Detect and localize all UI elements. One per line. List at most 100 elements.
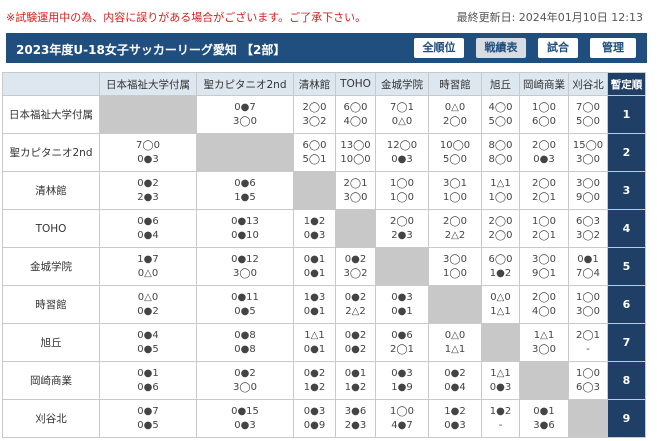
match-result-cell[interactable]: 15◯0 3◯0 bbox=[568, 133, 608, 172]
match-result-cell[interactable]: 1◯0 6◯0 bbox=[519, 95, 569, 134]
rank-cell: 8 bbox=[607, 361, 646, 400]
match-result-cell[interactable]: 3◯0 9◯0 bbox=[568, 171, 608, 210]
match-result-cell[interactable]: 8◯0 8◯0 bbox=[481, 133, 520, 172]
match-result-cell[interactable]: 1●2 - bbox=[481, 399, 520, 438]
first-leg-score: 3◯0 bbox=[576, 177, 600, 189]
first-leg-score: 0●2 bbox=[344, 253, 367, 265]
row-team-name[interactable]: 金城学院 bbox=[2, 247, 100, 286]
match-result-cell[interactable]: 0●6 2◯1 bbox=[375, 323, 429, 362]
row-team-name[interactable]: 時習館 bbox=[2, 285, 100, 324]
match-result-cell[interactable]: 1△1 0●1 bbox=[293, 323, 336, 362]
match-result-cell[interactable]: 0●2 1●2 bbox=[293, 361, 336, 400]
row-team-name[interactable]: 岡崎商業 bbox=[2, 361, 100, 400]
tab-matches[interactable]: 試合 bbox=[538, 38, 578, 58]
match-result-cell[interactable]: 2◯0 2◯0 bbox=[481, 209, 520, 248]
match-result-cell[interactable]: 0●2 2△2 bbox=[335, 285, 376, 324]
match-result-cell[interactable]: 1●3 0●1 bbox=[293, 285, 336, 324]
row-team-name[interactable]: 聖カピタニオ2nd bbox=[2, 133, 100, 172]
match-result-cell[interactable]: 0△0 1△1 bbox=[481, 285, 520, 324]
match-result-cell[interactable]: 3◯0 9◯1 bbox=[519, 247, 569, 286]
match-result-cell[interactable]: 0●15 0●3 bbox=[196, 399, 294, 438]
match-result-cell[interactable]: 2◯0 3◯2 bbox=[293, 95, 336, 134]
match-result-cell[interactable]: 7◯1 0△0 bbox=[375, 95, 429, 134]
match-result-cell[interactable]: 2◯1 - bbox=[568, 323, 608, 362]
tab-admin[interactable]: 管理 bbox=[590, 38, 636, 58]
match-result-cell[interactable]: 2◯0 2●3 bbox=[375, 209, 429, 248]
row-team-name[interactable]: 刈谷北 bbox=[2, 399, 100, 438]
match-result-cell[interactable]: 2◯0 2◯1 bbox=[519, 171, 569, 210]
second-leg-score: 2◯0 bbox=[443, 115, 467, 127]
first-leg-score: 0●11 bbox=[231, 291, 259, 303]
row-team-name[interactable]: 日本福祉大学付属 bbox=[2, 95, 100, 134]
match-result-cell[interactable]: 0●6 0●4 bbox=[99, 209, 197, 248]
match-result-cell[interactable]: 4◯0 5◯0 bbox=[481, 95, 520, 134]
match-result-cell[interactable]: 0●1 0●1 bbox=[293, 247, 336, 286]
second-leg-score: 2◯1 bbox=[390, 343, 414, 355]
match-result-cell[interactable]: 1△1 0●3 bbox=[481, 361, 520, 400]
match-result-cell[interactable]: 1△1 3◯0 bbox=[519, 323, 569, 362]
match-result-cell[interactable]: 0●7 3◯0 bbox=[196, 95, 294, 134]
match-result-cell[interactable]: 0●1 1●2 bbox=[335, 361, 376, 400]
match-result-cell[interactable]: 6◯0 5◯1 bbox=[293, 133, 336, 172]
match-result-cell[interactable]: 7◯0 0●3 bbox=[99, 133, 197, 172]
match-result-cell[interactable]: 0●3 0●1 bbox=[375, 285, 429, 324]
match-result-cell[interactable]: 1◯0 1◯0 bbox=[375, 171, 429, 210]
match-result-cell[interactable]: 1◯0 3◯0 bbox=[568, 285, 608, 324]
match-result-cell[interactable]: 1◯0 6◯3 bbox=[568, 361, 608, 400]
row-team-name[interactable]: TOHO bbox=[2, 209, 100, 248]
corner-cell bbox=[2, 72, 100, 96]
first-leg-score: 15◯0 bbox=[572, 139, 604, 151]
match-result-cell[interactable]: 0△0 0●2 bbox=[99, 285, 197, 324]
match-result-cell[interactable]: 1●7 0△0 bbox=[99, 247, 197, 286]
match-result-cell[interactable]: 2◯0 0●3 bbox=[519, 133, 569, 172]
match-result-cell[interactable]: 3◯0 1◯0 bbox=[428, 247, 482, 286]
match-result-cell[interactable]: 2◯0 2△2 bbox=[428, 209, 482, 248]
column-header-team: 日本福祉大学付属 bbox=[99, 72, 197, 96]
match-result-cell[interactable]: 0●2 3◯0 bbox=[196, 361, 294, 400]
first-leg-score: 0●8 bbox=[234, 329, 256, 341]
match-result-cell[interactable]: 1△1 1◯0 bbox=[481, 171, 520, 210]
match-result-cell[interactable]: 1●2 0●3 bbox=[428, 399, 482, 438]
row-team-name[interactable]: 旭丘 bbox=[2, 323, 100, 362]
match-result-cell[interactable]: 0●13 0●10 bbox=[196, 209, 294, 248]
match-result-cell[interactable]: 12◯0 0●3 bbox=[375, 133, 429, 172]
match-result-cell[interactable]: 0△0 2◯0 bbox=[428, 95, 482, 134]
match-result-cell[interactable]: 2◯1 3◯0 bbox=[335, 171, 376, 210]
match-result-cell[interactable]: 0●2 0●2 bbox=[335, 323, 376, 362]
match-result-cell[interactable]: 6◯0 4◯0 bbox=[335, 95, 376, 134]
match-result-cell[interactable]: 1◯0 4●7 bbox=[375, 399, 429, 438]
match-result-cell[interactable]: 0●7 0●5 bbox=[99, 399, 197, 438]
match-result-cell[interactable]: 10◯0 5◯0 bbox=[428, 133, 482, 172]
match-result-cell[interactable]: 0●2 2●3 bbox=[99, 171, 197, 210]
match-result-cell[interactable]: 1◯0 2◯1 bbox=[519, 209, 569, 248]
row-team-name[interactable]: 清林館 bbox=[2, 171, 100, 210]
match-result-cell[interactable]: 0●4 0●5 bbox=[99, 323, 197, 362]
tab-overall-standings[interactable]: 全順位 bbox=[414, 38, 464, 58]
match-result-cell[interactable]: 0●8 0●8 bbox=[196, 323, 294, 362]
match-result-cell[interactable]: 0●2 3◯2 bbox=[335, 247, 376, 286]
first-leg-score: 0△0 bbox=[444, 101, 466, 113]
match-result-cell[interactable]: 6◯0 1●2 bbox=[481, 247, 520, 286]
match-result-cell[interactable]: 2◯0 4◯0 bbox=[519, 285, 569, 324]
match-result-cell[interactable]: 6◯3 3◯2 bbox=[568, 209, 608, 248]
second-leg-score: 10◯0 bbox=[340, 153, 371, 165]
match-result-cell[interactable]: 13◯0 10◯0 bbox=[335, 133, 376, 172]
match-result-cell[interactable]: 0●3 1●9 bbox=[375, 361, 429, 400]
second-leg-score: 0●1 bbox=[391, 305, 413, 317]
match-result-cell[interactable]: 0●2 0●4 bbox=[428, 361, 482, 400]
match-result-cell[interactable]: 0△0 1△1 bbox=[428, 323, 482, 362]
match-result-cell[interactable]: 0●1 7◯4 bbox=[568, 247, 608, 286]
first-leg-score: 0●3 bbox=[391, 291, 413, 303]
second-leg-score: 4●7 bbox=[391, 419, 413, 431]
match-result-cell[interactable]: 0●3 0●9 bbox=[293, 399, 336, 438]
match-result-cell[interactable]: 0●11 0●5 bbox=[196, 285, 294, 324]
match-result-cell[interactable]: 3◯1 1◯0 bbox=[428, 171, 482, 210]
match-result-cell[interactable]: 7◯0 5◯0 bbox=[568, 95, 608, 134]
match-result-cell[interactable]: 0●12 3◯0 bbox=[196, 247, 294, 286]
match-result-cell[interactable]: 0●6 1●5 bbox=[196, 171, 294, 210]
match-result-cell[interactable]: 0●1 3●6 bbox=[519, 399, 569, 438]
match-result-cell[interactable]: 3●6 2●3 bbox=[335, 399, 376, 438]
tab-results-table[interactable]: 戦績表 bbox=[476, 38, 526, 58]
match-result-cell[interactable]: 0●1 0●6 bbox=[99, 361, 197, 400]
match-result-cell[interactable]: 1●2 0●3 bbox=[293, 209, 336, 248]
